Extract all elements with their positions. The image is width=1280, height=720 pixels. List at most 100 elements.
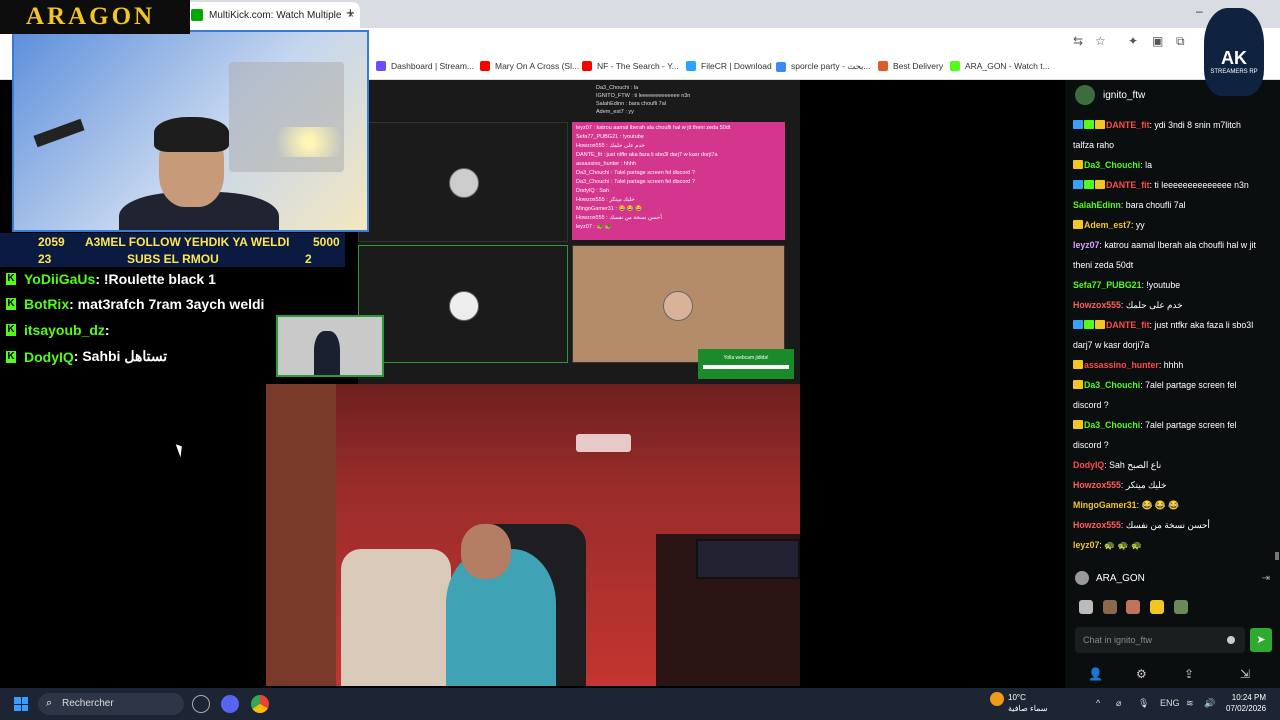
- windows-start-icon[interactable]: [14, 697, 28, 711]
- chat-text: katrou aamal lberah ala choufli hal w ji…: [1104, 240, 1256, 250]
- add-user-icon[interactable]: 👤: [1088, 667, 1103, 681]
- bookmark-item[interactable]: sporcle party - بحث...: [776, 61, 871, 72]
- bookmark-item[interactable]: Mary On A Cross (Sl...: [480, 61, 579, 71]
- chat-message: Howzox555: خليك ميتكر: [1073, 475, 1273, 495]
- emote-icon[interactable]: [1150, 600, 1164, 614]
- share-icon[interactable]: ⇪: [1184, 667, 1194, 681]
- bookmark-item[interactable]: ARA_GON - Watch t...: [950, 61, 1050, 71]
- user-badge-icon: [1095, 120, 1105, 129]
- extension-square-icon[interactable]: ▣: [1152, 34, 1163, 48]
- logout-icon[interactable]: ⇲: [1240, 667, 1250, 681]
- volume-icon[interactable]: 🔊: [1204, 698, 1215, 709]
- bookmark-item[interactable]: FileCR | Download: [686, 61, 772, 71]
- monitor: [696, 539, 800, 579]
- language-indicator[interactable]: ENG: [1160, 698, 1180, 708]
- overlay-chat-line: K YoDiiGaUs : !Roulette black 1: [6, 271, 216, 287]
- emote-icon[interactable]: [1126, 600, 1140, 614]
- call-tile: [358, 122, 568, 242]
- emote-icon[interactable]: [1079, 600, 1093, 614]
- minimize-button[interactable]: –: [1196, 4, 1203, 18]
- chat-text: bara choufli 7al: [1125, 200, 1186, 210]
- translate-icon[interactable]: ⇆: [1073, 34, 1083, 48]
- chat-text: hhhh: [1163, 360, 1184, 370]
- bookmark-favicon-icon: [686, 61, 696, 71]
- chat-line: leyz07 : katrou aamal lberah ala choufli…: [576, 125, 731, 131]
- follow-count: 2059: [38, 234, 65, 249]
- chat-input[interactable]: Chat in ignito_ftw: [1075, 627, 1245, 653]
- user-badge-icon: [1073, 360, 1083, 369]
- copilot-icon[interactable]: [192, 695, 210, 713]
- chat-username[interactable]: DANTE_fit: [1106, 180, 1150, 190]
- chat-username[interactable]: SalahEdinn: [1073, 200, 1121, 210]
- chat-username[interactable]: Howzox555: [1073, 300, 1121, 310]
- clock-time: 10:24 PM: [1231, 693, 1267, 702]
- tray-chevron-icon[interactable]: ^: [1096, 698, 1100, 708]
- extension-icon[interactable]: ✦: [1128, 34, 1138, 48]
- chat-message: DANTE_fit: ydi 3ndi 8 snin m7litch: [1073, 115, 1273, 135]
- chat-line: Da3_Chouchi : 7alel partage screen fel d…: [576, 179, 695, 185]
- shelf: [266, 384, 336, 686]
- bookmark-item[interactable]: Dashboard | Stream...: [376, 61, 474, 71]
- send-button[interactable]: ➤: [1250, 628, 1272, 652]
- user-badge-icon: [1073, 160, 1083, 169]
- streamer-webcam: [12, 30, 369, 232]
- chat-username[interactable]: Howzox555: [1073, 480, 1121, 490]
- new-tab-button[interactable]: +: [346, 5, 355, 22]
- search-label: Rechercher: [62, 698, 114, 709]
- chat-scrollbar[interactable]: [1275, 552, 1279, 560]
- aragon-logo: ARAGON: [0, 0, 190, 34]
- wifi-icon[interactable]: ≋: [1186, 698, 1194, 709]
- chat-username[interactable]: Adem_est7: [1084, 220, 1131, 230]
- bookmark-favicon-icon: [582, 61, 592, 71]
- chat-message: talfza raho: [1073, 135, 1273, 155]
- chat-username[interactable]: leyz07: [1073, 540, 1099, 550]
- emote-icon[interactable]: [1103, 600, 1117, 614]
- mic-icon[interactable]: 🎙: [1138, 698, 1149, 709]
- sub-target: 2: [305, 251, 312, 266]
- user-badge-icon: [1095, 180, 1105, 189]
- current-user[interactable]: ARA_GON ⇥: [1075, 570, 1270, 586]
- bookmark-favicon-icon: [950, 61, 960, 71]
- chat-username[interactable]: DANTE_fit: [1106, 120, 1150, 130]
- chat-line: leyz07 : 🐢 🐢: [576, 224, 612, 230]
- chat-username[interactable]: MingoGamer31: [1073, 500, 1137, 510]
- chat-username[interactable]: leyz07: [1073, 240, 1099, 250]
- chat-username[interactable]: Da3_Chouchi: [1084, 420, 1140, 430]
- chat-username[interactable]: DodyIQ: [1073, 460, 1104, 470]
- main-stream-video[interactable]: [266, 384, 800, 686]
- chat-line: assassino_hunter : hhhh: [576, 161, 636, 167]
- streamer-head: [461, 524, 511, 579]
- discord-icon[interactable]: [221, 695, 239, 713]
- bookmark-label: NF - The Search - Y...: [597, 61, 679, 71]
- settings-gear-icon[interactable]: ⚙: [1136, 667, 1147, 681]
- popout-icon[interactable]: ⇥: [1262, 573, 1270, 584]
- chat-message: SalahEdinn: bara choufli 7al: [1073, 195, 1273, 215]
- clock[interactable]: 10:24 PM 07/02/2026: [1226, 692, 1266, 714]
- bookmark-favicon-icon: [776, 61, 786, 72]
- extensions-puzzle-icon[interactable]: ⧉: [1176, 34, 1185, 49]
- chat-username[interactable]: Sefa77_PUBG21: [1073, 280, 1141, 290]
- chat-username[interactable]: Da3_Chouchi: [1084, 160, 1140, 170]
- user-badge-icon: [1084, 320, 1094, 329]
- chat-username[interactable]: Howzox555: [1073, 520, 1121, 530]
- network-icon[interactable]: ⌀: [1116, 698, 1121, 709]
- chat-username[interactable]: assassino_hunter: [1084, 360, 1159, 370]
- chat-username[interactable]: DANTE_fit: [1106, 320, 1150, 330]
- chat-text: Sah ناع الصبح: [1109, 460, 1162, 470]
- chrome-icon[interactable]: [251, 695, 269, 713]
- user-badge-icon: [1073, 180, 1083, 189]
- bookmark-star-icon[interactable]: ☆: [1095, 34, 1106, 48]
- ak-streamers-badge: AK STREAMERS RP: [1204, 8, 1264, 96]
- call-tile: [572, 245, 785, 363]
- search-icon: ⌕: [46, 697, 53, 709]
- taskbar-search[interactable]: ⌕ Rechercher: [38, 693, 184, 715]
- mouse-cursor: [175, 442, 186, 458]
- browser-tab[interactable]: MultiKick.com: Watch Multiple ×: [185, 2, 360, 28]
- bookmark-item[interactable]: Best Delivery: [878, 61, 943, 71]
- emoji-picker-icon[interactable]: [1227, 636, 1235, 644]
- clock-date: 07/02/2026: [1226, 704, 1267, 713]
- emote-icon[interactable]: [1174, 600, 1188, 614]
- bookmark-item[interactable]: NF - The Search - Y...: [582, 61, 679, 71]
- chat-username[interactable]: Da3_Chouchi: [1084, 380, 1140, 390]
- streamer-hair: [154, 117, 229, 152]
